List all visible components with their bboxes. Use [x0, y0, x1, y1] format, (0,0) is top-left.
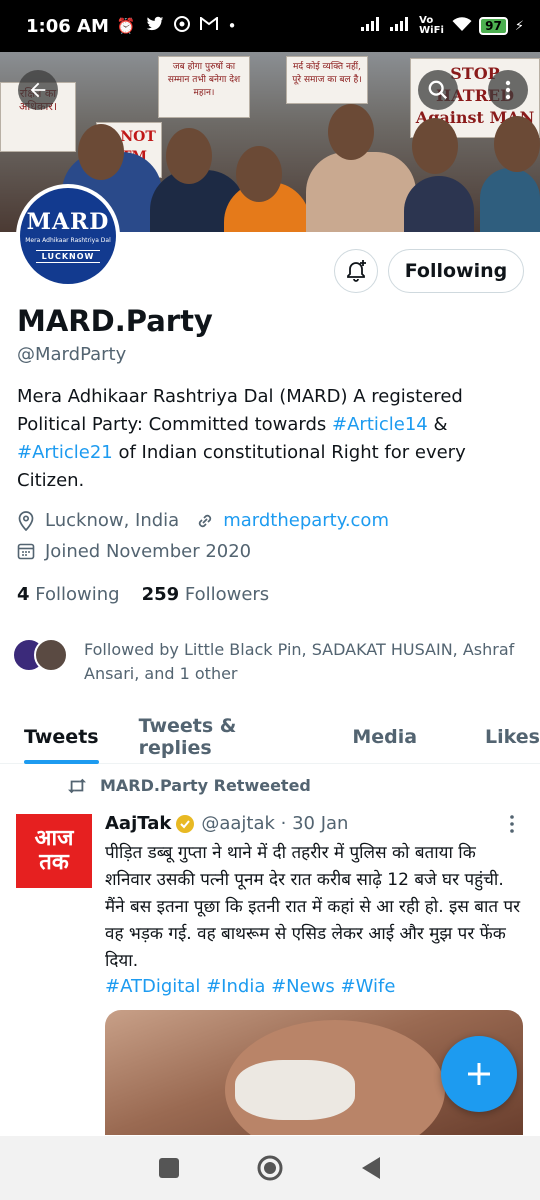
media-bandage-shape — [235, 1060, 355, 1120]
system-nav-bar — [0, 1136, 540, 1200]
search-button[interactable] — [418, 70, 458, 110]
tweet-header: AajTak @aajtak · 30 Jan — [105, 813, 348, 834]
profile-location: Lucknow, India — [45, 510, 180, 531]
calendar-icon — [17, 542, 37, 562]
following-count-link[interactable]: 4 Following — [17, 584, 120, 605]
gmail-icon — [199, 16, 218, 35]
status-time: 1:06 AM — [26, 15, 109, 37]
followed-by-avatars[interactable] — [12, 638, 68, 672]
profile-name: MARD.Party — [17, 304, 213, 338]
verified-badge-icon — [175, 814, 195, 834]
back-button[interactable] — [18, 70, 58, 110]
link-icon — [195, 511, 215, 531]
avatar-city: LUCKNOW — [35, 250, 101, 263]
banner-person — [480, 168, 540, 232]
tweet-author-avatar[interactable]: आज तक — [16, 814, 92, 888]
avatar-title: MARD — [26, 209, 110, 235]
tweet-handle-date: @aajtak · 30 Jan — [201, 813, 349, 834]
status-right: Vo WiFi 97 ⚡ — [361, 16, 524, 36]
tweet-author-name[interactable]: AajTak — [105, 813, 171, 834]
chrome-icon — [173, 16, 190, 36]
hashtag-link[interactable]: #Article21 — [17, 442, 113, 463]
compose-tweet-button[interactable] — [441, 1036, 517, 1112]
avatar — [34, 638, 68, 672]
signal-icon — [361, 17, 383, 35]
followed-by-text[interactable]: Followed by Little Black Pin, SADAKAT HU… — [84, 638, 524, 686]
more-vertical-icon — [505, 80, 511, 100]
notifications-button[interactable] — [334, 249, 378, 293]
followers-count: 259 — [141, 584, 180, 605]
alarm-icon: ⏰ — [116, 17, 136, 35]
tab-tweets[interactable]: Tweets — [24, 710, 99, 764]
banner-person-head — [236, 146, 282, 202]
vowifi-label: Vo WiFi — [419, 15, 444, 36]
battery-indicator: 97 — [479, 17, 508, 35]
banner-person-head — [166, 128, 212, 184]
wifi-icon — [452, 16, 472, 36]
dot-icon: • — [227, 17, 237, 35]
profile-website-link[interactable]: mardtheparty.com — [223, 510, 389, 531]
profile-avatar[interactable]: MARD Mera Adhikaar Rashtriya Dal LUCKNOW — [16, 184, 120, 288]
banner-person-head — [494, 116, 540, 172]
profile-meta-row: Lucknow, India mardtheparty.com — [17, 510, 389, 531]
tab-likes[interactable]: Likes — [485, 710, 540, 764]
tab-media[interactable]: Media — [352, 710, 417, 764]
tweet-text: पीड़ित डब्बू गुप्ता ने थाने में दी तहरीर… — [105, 843, 521, 971]
following-label: Following — [35, 584, 120, 605]
charging-icon: ⚡ — [514, 18, 524, 34]
profile-tabs: Tweets Tweets & replies Media Likes — [0, 710, 540, 764]
following-button[interactable]: Following — [388, 249, 524, 293]
retweet-indicator: MARD.Party Retweeted — [66, 776, 311, 795]
profile-meta-row: Joined November 2020 — [17, 541, 251, 562]
signal-icon-2 — [390, 17, 412, 35]
follow-counts: 4 Following 259 Followers — [17, 584, 269, 605]
followers-label: Followers — [184, 584, 270, 605]
banner-person — [404, 176, 474, 232]
profile-joined: Joined November 2020 — [45, 541, 252, 562]
followers-count-link[interactable]: 259 Followers — [142, 584, 270, 605]
banner-person-head — [78, 124, 124, 180]
compose-plus-icon — [468, 1063, 490, 1085]
aajtak-logo-top: आज — [34, 826, 74, 851]
more-options-button[interactable] — [488, 70, 528, 110]
aajtak-logo-bottom: तक — [39, 850, 69, 875]
bell-plus-icon — [347, 260, 366, 282]
status-icons: ⏰ • — [116, 16, 237, 36]
profile-handle: @MardParty — [17, 344, 127, 365]
retweeted-by-label[interactable]: MARD.Party Retweeted — [100, 776, 311, 795]
search-icon — [428, 80, 448, 100]
retweet-icon — [68, 778, 86, 793]
hashtag-link[interactable]: #Article14 — [332, 414, 428, 435]
twitter-bird-icon — [146, 16, 164, 36]
nav-back-icon[interactable] — [360, 1156, 382, 1180]
tab-tweets-replies[interactable]: Tweets & replies — [139, 710, 307, 764]
avatar-logo: MARD Mera Adhikaar Rashtriya Dal LUCKNOW — [20, 188, 116, 284]
banner-person-head — [328, 104, 374, 160]
location-pin-icon — [17, 510, 37, 531]
banner-sign: जब होगा पुरुषों का सम्मान तभी बनेगा देश … — [158, 56, 250, 118]
banner-person — [306, 152, 416, 232]
avatar-subtitle: Mera Adhikaar Rashtriya Dal — [25, 237, 111, 244]
nav-square-icon[interactable] — [158, 1157, 180, 1179]
back-arrow-icon — [30, 82, 46, 98]
profile-bio: Mera Adhikaar Rashtriya Dal (MARD) A reg… — [17, 383, 522, 495]
following-count: 4 — [17, 584, 30, 605]
banner-sign: मर्द कोई व्यक्ति नहीं, पूरे समाज का बल ह… — [286, 56, 368, 104]
tweet-hashtags[interactable]: #ATDigital #India #News #Wife — [105, 976, 395, 997]
bio-text: & — [427, 414, 448, 435]
banner-person-head — [412, 118, 458, 174]
nav-home-icon[interactable] — [256, 1154, 284, 1182]
tweet-more-icon[interactable] — [505, 814, 519, 834]
status-bar: 1:06 AM ⏰ • Vo WiFi 97 ⚡ — [0, 0, 540, 52]
